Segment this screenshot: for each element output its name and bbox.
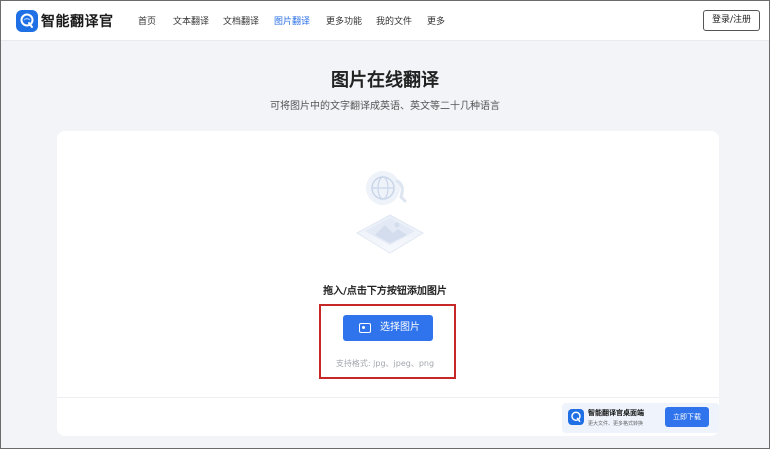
brand-name[interactable]: 智能翻译官: [41, 11, 114, 31]
page-title: 图片在线翻译: [331, 70, 439, 91]
download-now-button[interactable]: 立即下载: [665, 407, 709, 427]
image-translate-illustration-icon: [355, 171, 425, 254]
nav-my-files[interactable]: 我的文件: [376, 14, 412, 27]
nav-text-translate[interactable]: 文本翻译: [173, 14, 209, 27]
nav-more[interactable]: 更多: [427, 14, 445, 27]
upload-hint-text: 拖入/点击下方按钮添加图片: [323, 286, 447, 297]
annotation-highlight-box: [319, 304, 456, 379]
nav-more-features[interactable]: 更多功能: [326, 14, 362, 27]
card-divider: [57, 397, 719, 398]
desktop-app-logo-icon: [568, 409, 584, 425]
top-nav-bar: 智能翻译官 首页 文本翻译 文档翻译 图片翻译 更多功能 我的文件 更多 登录/…: [1, 1, 769, 41]
nav-image-translate[interactable]: 图片翻译: [274, 14, 310, 27]
app-logo-icon[interactable]: [16, 10, 38, 32]
page-subtitle: 可将图片中的文字翻译成英语、英文等二十几种语言: [270, 101, 500, 112]
download-banner-subtitle: 更大文件、更多格式转换: [588, 421, 644, 427]
login-register-button[interactable]: 登录/注册: [703, 10, 760, 31]
nav-home[interactable]: 首页: [138, 14, 156, 27]
nav-doc-translate[interactable]: 文档翻译: [223, 14, 259, 27]
download-banner-title: 智能翻译官桌面端: [588, 409, 644, 417]
